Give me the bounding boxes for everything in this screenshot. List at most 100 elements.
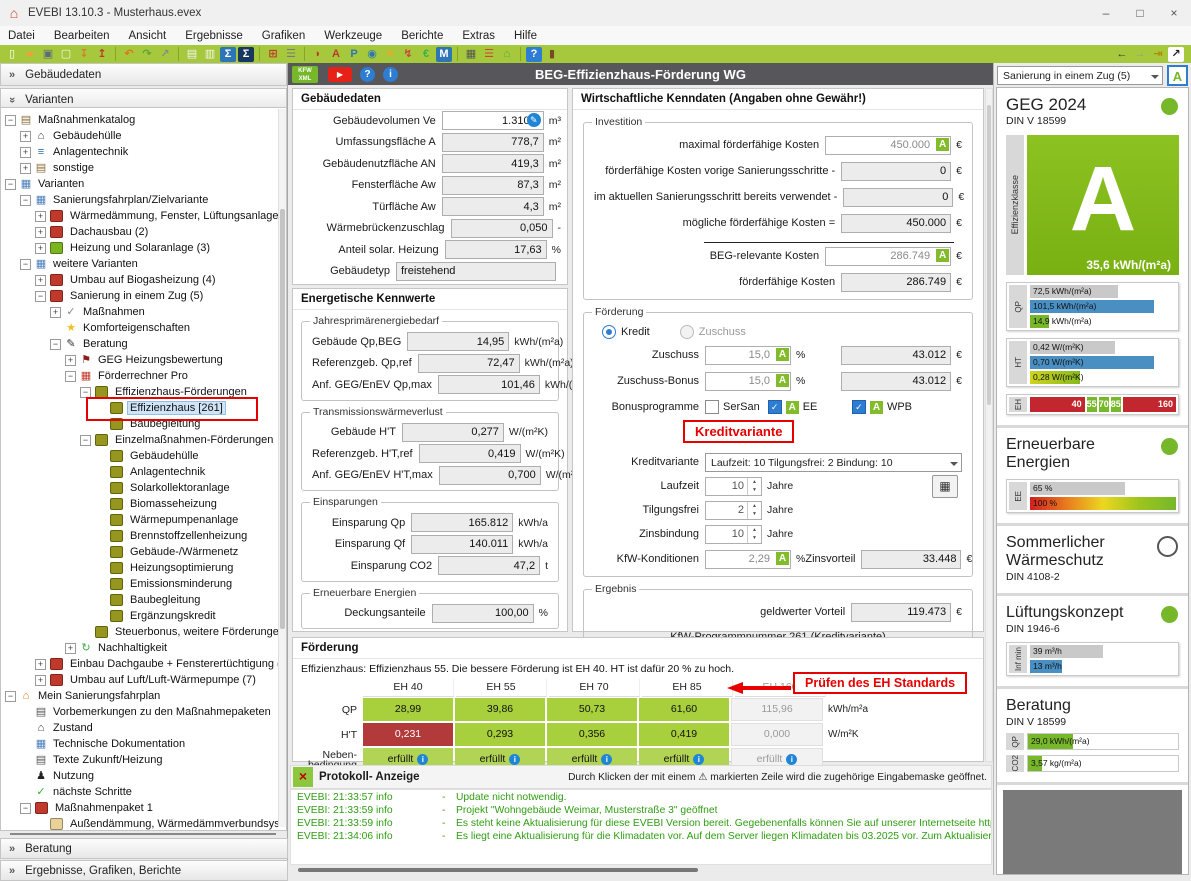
wpb-label[interactable]: WPB [887,401,912,413]
back-button[interactable]: ← [1114,47,1130,62]
tree-item[interactable]: +⚑GEG Heizungsbewertung [1,352,286,368]
laufzeit-stepper[interactable]: 10 ▲▼ [705,477,762,496]
chart-edit-button[interactable]: ↗ [1168,47,1184,62]
expand-toggle[interactable]: − [65,371,76,382]
spinner-arrows[interactable]: ▲▼ [747,478,761,495]
scrollbar-thumb[interactable] [280,209,285,629]
info-icon[interactable]: i [509,754,520,765]
expand-toggle[interactable]: − [5,115,16,126]
tree-item[interactable]: −Maßnahmenpaket 1 [1,800,286,816]
auto-badge[interactable]: A [936,249,949,262]
tree-item[interactable]: −▦Förderrechner Pro [1,368,286,384]
lightning-button[interactable]: ↯ [400,47,416,62]
tree-item[interactable]: +≡Anlagentechnik [1,144,286,160]
report-doc-button[interactable]: ▤ [184,47,200,62]
expand-toggle[interactable]: + [50,307,61,318]
maximize-button[interactable]: □ [1123,1,1157,26]
tree-item[interactable]: ▤Vorbemerkungen zu den Maßnahmepaketen [1,704,286,720]
spin-up-icon[interactable]: ▲ [748,478,761,487]
tree-item[interactable]: +Dachausbau (2) [1,224,286,240]
help-button[interactable]: ? [526,47,542,62]
tree-item[interactable]: +Umbau auf Luft/Luft-Wärmepumpe (7) [1,672,286,688]
expand-toggle[interactable]: + [20,131,31,142]
info-icon[interactable]: i [417,754,428,765]
menu-item[interactable]: Berichte [401,30,443,42]
expand-toggle[interactable]: − [5,691,16,702]
jump-to-input-button[interactable]: ⇥ [1150,47,1166,62]
expand-toggle[interactable]: − [5,179,16,190]
horizontal-scrollbar[interactable] [298,868,698,872]
tree-item[interactable]: Gebäude-/Wärmenetz [1,544,286,560]
spinner-arrows[interactable]: ▲▼ [747,502,761,519]
pc-report-button[interactable]: ▦ [463,47,479,62]
menu-item[interactable]: Datei [8,30,35,42]
expand-toggle[interactable]: − [50,339,61,350]
undo-button[interactable]: ↶ [121,47,137,62]
spin-down-icon[interactable]: ▼ [748,510,761,519]
tree-item[interactable]: Anlagentechnik [1,464,286,480]
spinner-arrows[interactable]: ▲▼ [747,526,761,543]
sersan-label[interactable]: SerSan [723,401,760,413]
close-button[interactable]: × [1157,1,1191,26]
sersan-checkbox[interactable] [705,400,719,414]
import-button[interactable]: ↧ [76,47,92,62]
log-line[interactable]: EVEBI: 21:34:06 info-Es liegt eine Aktua… [297,831,985,844]
letter-p-button[interactable]: P [346,47,362,62]
menu-item[interactable]: Ansicht [128,30,166,42]
tree-item[interactable]: +✓Maßnahmen [1,304,286,320]
wpb-checkbox[interactable]: ✓ [852,400,866,414]
spin-down-icon[interactable]: ▼ [748,486,761,495]
expand-toggle[interactable]: − [80,435,91,446]
ms-tool-button[interactable]: M [436,47,452,62]
expand-toggle[interactable]: + [35,675,46,686]
tree-item[interactable]: ▦Technische Dokumentation [1,736,286,752]
house-arc-button[interactable]: ⌂ [499,47,515,62]
close-protokoll-button[interactable]: × [293,767,313,787]
expand-toggle[interactable]: − [35,291,46,302]
variant-select[interactable]: Sanierung in einem Zug (5) [997,66,1163,85]
tree-item[interactable]: Baubegleitung [1,592,286,608]
tree-item[interactable]: Emissionsminderung [1,576,286,592]
tree-item[interactable]: Steuerbonus, weitere Förderungen [1,624,286,640]
auto-badge[interactable]: A [936,138,949,151]
tree-scrollbar[interactable] [278,109,286,827]
house-euro-button[interactable]: € [418,47,434,62]
info-icon[interactable]: i [693,754,704,765]
zuschuss-bonus-pct-input[interactable]: 15,0 A [705,372,791,391]
tree-item[interactable]: Gebäudehülle [1,448,286,464]
tree-item[interactable]: +Heizung und Solaranlage (3) [1,240,286,256]
sun-button[interactable]: ☀ [382,47,398,62]
expand-toggle[interactable]: − [80,387,91,398]
menu-item[interactable]: Hilfe [514,30,537,42]
main-scrollbar[interactable] [985,88,993,762]
expand-toggle[interactable]: + [35,275,46,286]
tree-item[interactable]: ♟Nutzung [1,768,286,784]
log-line[interactable]: EVEBI: 21:33:59 info-Projekt "Wohngebäud… [297,805,985,818]
sigma-sum-button[interactable]: Σ [220,47,236,62]
energy-label-button[interactable]: ☰ [481,47,497,62]
kreditvariante-select[interactable]: Laufzeit: 10 Tilgungsfrei: 2 Bindung: 10 [705,453,962,472]
consulting-button[interactable]: ◗ [310,47,326,62]
save-button[interactable]: ▣ [40,47,56,62]
expand-toggle[interactable]: − [20,195,31,206]
expand-toggle[interactable]: + [65,355,76,366]
menu-item[interactable]: Grafiken [262,30,305,42]
expand-toggle[interactable]: + [35,211,46,222]
sidebar-section-gebaeudedaten[interactable]: » Gebäudedaten [0,63,287,86]
ventilation-button[interactable]: ◉ [364,47,380,62]
auto-badge[interactable]: A [776,552,789,565]
tree-item[interactable]: −Sanierung in einem Zug (5) [1,288,286,304]
variant-auto-button[interactable]: A [1167,65,1188,86]
menu-item[interactable]: Werkzeuge [324,30,382,42]
tree-item[interactable]: ★Komforteigenschaften [1,320,286,336]
menu-item[interactable]: Extras [462,30,495,42]
sigma-total-button[interactable]: Σ [238,47,254,62]
value-box[interactable]: 286.749A [825,247,951,266]
open-folder-button[interactable]: ▰ [22,47,38,62]
calculator-button[interactable]: ▦ [932,475,958,498]
auto-badge[interactable]: A [776,374,789,387]
expand-toggle[interactable]: − [20,259,31,270]
expand-toggle[interactable]: + [65,643,76,654]
zinsbindung-stepper[interactable]: 10 ▲▼ [705,525,762,544]
spin-down-icon[interactable]: ▼ [748,534,761,543]
